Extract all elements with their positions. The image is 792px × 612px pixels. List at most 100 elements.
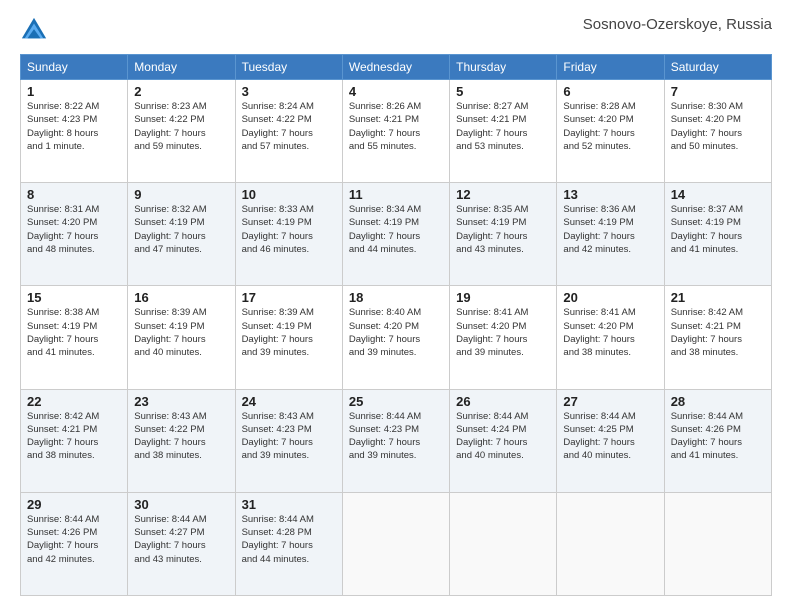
day-info: Sunrise: 8:39 AM Sunset: 4:19 PM Dayligh… — [134, 306, 228, 359]
day-info: Sunrise: 8:34 AM Sunset: 4:19 PM Dayligh… — [349, 203, 443, 256]
day-number: 3 — [242, 84, 336, 99]
day-info: Sunrise: 8:31 AM Sunset: 4:20 PM Dayligh… — [27, 203, 121, 256]
calendar-cell: 24Sunrise: 8:43 AM Sunset: 4:23 PM Dayli… — [235, 389, 342, 492]
day-info: Sunrise: 8:32 AM Sunset: 4:19 PM Dayligh… — [134, 203, 228, 256]
day-info: Sunrise: 8:43 AM Sunset: 4:22 PM Dayligh… — [134, 410, 228, 463]
day-number: 22 — [27, 394, 121, 409]
calendar-cell: 19Sunrise: 8:41 AM Sunset: 4:20 PM Dayli… — [450, 286, 557, 389]
day-info: Sunrise: 8:39 AM Sunset: 4:19 PM Dayligh… — [242, 306, 336, 359]
calendar-cell: 18Sunrise: 8:40 AM Sunset: 4:20 PM Dayli… — [342, 286, 449, 389]
calendar-cell — [664, 492, 771, 595]
day-info: Sunrise: 8:44 AM Sunset: 4:25 PM Dayligh… — [563, 410, 657, 463]
calendar-cell: 8Sunrise: 8:31 AM Sunset: 4:20 PM Daylig… — [21, 183, 128, 286]
day-info: Sunrise: 8:24 AM Sunset: 4:22 PM Dayligh… — [242, 100, 336, 153]
day-of-week-header: Tuesday — [235, 55, 342, 80]
calendar-cell: 13Sunrise: 8:36 AM Sunset: 4:19 PM Dayli… — [557, 183, 664, 286]
day-number: 15 — [27, 290, 121, 305]
day-info: Sunrise: 8:40 AM Sunset: 4:20 PM Dayligh… — [349, 306, 443, 359]
day-number: 21 — [671, 290, 765, 305]
header: Sosnovo-Ozerskoye, Russia — [20, 16, 772, 44]
day-number: 19 — [456, 290, 550, 305]
day-of-week-header: Monday — [128, 55, 235, 80]
calendar-cell — [557, 492, 664, 595]
calendar-week-row: 15Sunrise: 8:38 AM Sunset: 4:19 PM Dayli… — [21, 286, 772, 389]
calendar-cell: 5Sunrise: 8:27 AM Sunset: 4:21 PM Daylig… — [450, 80, 557, 183]
day-info: Sunrise: 8:23 AM Sunset: 4:22 PM Dayligh… — [134, 100, 228, 153]
day-info: Sunrise: 8:36 AM Sunset: 4:19 PM Dayligh… — [563, 203, 657, 256]
day-info: Sunrise: 8:41 AM Sunset: 4:20 PM Dayligh… — [456, 306, 550, 359]
day-number: 10 — [242, 187, 336, 202]
day-info: Sunrise: 8:30 AM Sunset: 4:20 PM Dayligh… — [671, 100, 765, 153]
day-info: Sunrise: 8:35 AM Sunset: 4:19 PM Dayligh… — [456, 203, 550, 256]
calendar-cell: 3Sunrise: 8:24 AM Sunset: 4:22 PM Daylig… — [235, 80, 342, 183]
day-info: Sunrise: 8:44 AM Sunset: 4:26 PM Dayligh… — [27, 513, 121, 566]
day-number: 4 — [349, 84, 443, 99]
day-number: 25 — [349, 394, 443, 409]
day-number: 27 — [563, 394, 657, 409]
day-number: 23 — [134, 394, 228, 409]
day-of-week-header: Sunday — [21, 55, 128, 80]
day-number: 16 — [134, 290, 228, 305]
day-number: 1 — [27, 84, 121, 99]
day-info: Sunrise: 8:38 AM Sunset: 4:19 PM Dayligh… — [27, 306, 121, 359]
day-info: Sunrise: 8:42 AM Sunset: 4:21 PM Dayligh… — [671, 306, 765, 359]
day-info: Sunrise: 8:44 AM Sunset: 4:27 PM Dayligh… — [134, 513, 228, 566]
calendar-cell: 21Sunrise: 8:42 AM Sunset: 4:21 PM Dayli… — [664, 286, 771, 389]
location: Sosnovo-Ozerskoye, Russia — [583, 16, 772, 33]
day-number: 17 — [242, 290, 336, 305]
day-info: Sunrise: 8:44 AM Sunset: 4:23 PM Dayligh… — [349, 410, 443, 463]
calendar-week-row: 1Sunrise: 8:22 AM Sunset: 4:23 PM Daylig… — [21, 80, 772, 183]
day-info: Sunrise: 8:37 AM Sunset: 4:19 PM Dayligh… — [671, 203, 765, 256]
day-number: 13 — [563, 187, 657, 202]
page: Sosnovo-Ozerskoye, Russia SundayMondayTu… — [0, 0, 792, 612]
calendar-cell: 12Sunrise: 8:35 AM Sunset: 4:19 PM Dayli… — [450, 183, 557, 286]
day-number: 6 — [563, 84, 657, 99]
calendar-body: 1Sunrise: 8:22 AM Sunset: 4:23 PM Daylig… — [21, 80, 772, 596]
day-of-week-header: Friday — [557, 55, 664, 80]
calendar-cell: 16Sunrise: 8:39 AM Sunset: 4:19 PM Dayli… — [128, 286, 235, 389]
calendar-cell: 11Sunrise: 8:34 AM Sunset: 4:19 PM Dayli… — [342, 183, 449, 286]
calendar-cell: 25Sunrise: 8:44 AM Sunset: 4:23 PM Dayli… — [342, 389, 449, 492]
calendar-cell: 27Sunrise: 8:44 AM Sunset: 4:25 PM Dayli… — [557, 389, 664, 492]
day-number: 28 — [671, 394, 765, 409]
calendar-cell: 28Sunrise: 8:44 AM Sunset: 4:26 PM Dayli… — [664, 389, 771, 492]
day-of-week-header: Wednesday — [342, 55, 449, 80]
calendar-cell: 26Sunrise: 8:44 AM Sunset: 4:24 PM Dayli… — [450, 389, 557, 492]
logo — [20, 16, 52, 44]
day-number: 2 — [134, 84, 228, 99]
day-number: 18 — [349, 290, 443, 305]
day-number: 30 — [134, 497, 228, 512]
calendar-header-row: SundayMondayTuesdayWednesdayThursdayFrid… — [21, 55, 772, 80]
calendar: SundayMondayTuesdayWednesdayThursdayFrid… — [20, 54, 772, 596]
calendar-cell: 22Sunrise: 8:42 AM Sunset: 4:21 PM Dayli… — [21, 389, 128, 492]
day-of-week-header: Thursday — [450, 55, 557, 80]
day-info: Sunrise: 8:33 AM Sunset: 4:19 PM Dayligh… — [242, 203, 336, 256]
calendar-cell: 23Sunrise: 8:43 AM Sunset: 4:22 PM Dayli… — [128, 389, 235, 492]
calendar-cell: 4Sunrise: 8:26 AM Sunset: 4:21 PM Daylig… — [342, 80, 449, 183]
calendar-cell: 15Sunrise: 8:38 AM Sunset: 4:19 PM Dayli… — [21, 286, 128, 389]
day-number: 29 — [27, 497, 121, 512]
calendar-week-row: 29Sunrise: 8:44 AM Sunset: 4:26 PM Dayli… — [21, 492, 772, 595]
day-number: 31 — [242, 497, 336, 512]
calendar-cell: 9Sunrise: 8:32 AM Sunset: 4:19 PM Daylig… — [128, 183, 235, 286]
calendar-cell — [342, 492, 449, 595]
day-info: Sunrise: 8:22 AM Sunset: 4:23 PM Dayligh… — [27, 100, 121, 153]
day-of-week-header: Saturday — [664, 55, 771, 80]
calendar-cell — [450, 492, 557, 595]
day-info: Sunrise: 8:42 AM Sunset: 4:21 PM Dayligh… — [27, 410, 121, 463]
day-number: 7 — [671, 84, 765, 99]
day-number: 12 — [456, 187, 550, 202]
day-info: Sunrise: 8:43 AM Sunset: 4:23 PM Dayligh… — [242, 410, 336, 463]
calendar-week-row: 8Sunrise: 8:31 AM Sunset: 4:20 PM Daylig… — [21, 183, 772, 286]
calendar-cell: 6Sunrise: 8:28 AM Sunset: 4:20 PM Daylig… — [557, 80, 664, 183]
calendar-cell: 7Sunrise: 8:30 AM Sunset: 4:20 PM Daylig… — [664, 80, 771, 183]
day-info: Sunrise: 8:26 AM Sunset: 4:21 PM Dayligh… — [349, 100, 443, 153]
calendar-cell: 30Sunrise: 8:44 AM Sunset: 4:27 PM Dayli… — [128, 492, 235, 595]
calendar-cell: 31Sunrise: 8:44 AM Sunset: 4:28 PM Dayli… — [235, 492, 342, 595]
day-info: Sunrise: 8:44 AM Sunset: 4:28 PM Dayligh… — [242, 513, 336, 566]
title-block: Sosnovo-Ozerskoye, Russia — [583, 16, 772, 33]
logo-icon — [20, 16, 48, 44]
day-number: 5 — [456, 84, 550, 99]
day-info: Sunrise: 8:44 AM Sunset: 4:24 PM Dayligh… — [456, 410, 550, 463]
day-number: 26 — [456, 394, 550, 409]
